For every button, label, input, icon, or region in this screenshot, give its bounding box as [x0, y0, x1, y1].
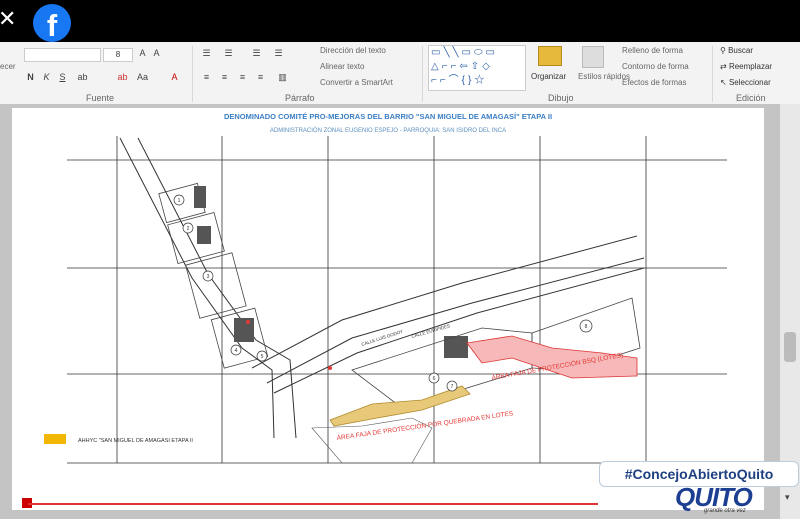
- shape-outline-button[interactable]: Contorno de forma: [622, 62, 689, 71]
- underline-icon[interactable]: S: [56, 72, 69, 83]
- numbering-icon[interactable]: ☰: [222, 48, 235, 59]
- group-label-edicion: Edición: [736, 93, 766, 103]
- align-center-icon[interactable]: ≡: [218, 72, 231, 83]
- marker-dot: [328, 366, 332, 370]
- video-progress-bar[interactable]: [28, 503, 598, 505]
- lot-number: 4: [235, 348, 238, 354]
- columns-icon[interactable]: ▥: [276, 72, 289, 83]
- line-spacing-icon[interactable]: ☰: [272, 48, 285, 59]
- ribbon-divider: [422, 46, 423, 102]
- grow-font-icon[interactable]: A: [136, 48, 149, 59]
- group-label-dibujo: Dibujo: [548, 93, 574, 103]
- italic-icon[interactable]: K: [40, 72, 53, 83]
- lot-number: 2: [187, 226, 190, 232]
- align-text-button[interactable]: Alinear texto: [320, 62, 364, 71]
- close-icon[interactable]: ✕: [0, 8, 16, 30]
- arrange-icon[interactable]: [538, 46, 562, 66]
- marker-dot: [246, 320, 250, 324]
- shape-effects-button[interactable]: Efectos de formas: [622, 78, 686, 87]
- quito-logo-tagline: grande otra vez: [704, 508, 746, 514]
- bold-icon[interactable]: N: [24, 72, 37, 83]
- cursor-icon: ↖: [720, 78, 729, 87]
- align-left-icon[interactable]: ≡: [200, 72, 213, 83]
- lot-number: 1: [178, 198, 181, 204]
- change-case-icon[interactable]: Aa: [136, 72, 149, 83]
- scroll-thumb[interactable]: [784, 332, 796, 362]
- group-label-fuente: Fuente: [86, 93, 115, 103]
- replace-button[interactable]: ⇄ Reemplazar: [720, 62, 772, 71]
- select-label: Seleccionar: [728, 78, 771, 87]
- ribbon-divider: [192, 46, 193, 102]
- paste-label[interactable]: ecer: [0, 62, 16, 71]
- lot-number: 5: [261, 354, 264, 360]
- scroll-down-icon[interactable]: ▾: [785, 492, 790, 503]
- word-ribbon: ecer 8 A A N K S ab ab Aa A Fuente ☰ ☰ ☰…: [0, 42, 800, 105]
- font-size-box[interactable]: 8: [103, 48, 133, 62]
- document-area: DENOMINADO COMITÉ PRO-MEJORAS DEL BARRIO…: [0, 104, 800, 519]
- facebook-icon[interactable]: f: [33, 4, 71, 42]
- binoculars-icon: ⚲: [720, 46, 729, 55]
- legend-swatch: [44, 434, 66, 444]
- site-plan-drawing: ÁREA FAJA DE PROTECCIÓN BSQ (LOTES) ÁREA…: [44, 136, 727, 464]
- lot-number: 6: [433, 376, 436, 382]
- lot-number: 3: [207, 274, 210, 280]
- replace-label: Reemplazar: [728, 62, 773, 71]
- arrange-button[interactable]: Organizar: [531, 72, 566, 81]
- justify-icon[interactable]: ≡: [254, 72, 267, 83]
- shapes-gallery[interactable]: ▭╲╲▭⬭▭ △⌐⌐⇦⇧◇ ⌐⌐⌒{}☆: [428, 45, 526, 91]
- quick-styles-icon[interactable]: [582, 46, 604, 68]
- text-direction-button[interactable]: Dirección del texto: [320, 46, 386, 55]
- highlight-icon[interactable]: ab: [116, 72, 129, 83]
- shape-fill-button[interactable]: Relleno de forma: [622, 46, 683, 55]
- strikethrough-icon[interactable]: ab: [76, 72, 89, 83]
- font-color-icon[interactable]: A: [168, 72, 181, 83]
- document-page: DENOMINADO COMITÉ PRO-MEJORAS DEL BARRIO…: [12, 108, 764, 510]
- find-label: Buscar: [728, 46, 753, 55]
- convert-smartart-button[interactable]: Convertir a SmartArt: [320, 78, 393, 87]
- align-right-icon[interactable]: ≡: [236, 72, 249, 83]
- legend-label: AHHYC "SAN MIGUEL DE AMAGASI ETAPA II: [78, 438, 193, 444]
- ribbon-divider: [712, 46, 713, 102]
- vertical-scrollbar[interactable]: ▾: [780, 104, 800, 519]
- lot-number: 7: [451, 384, 454, 390]
- lot-number: 8: [585, 324, 588, 330]
- shrink-font-icon[interactable]: A: [150, 48, 163, 59]
- video-top-bar: ✕ f: [0, 0, 800, 42]
- bullets-icon[interactable]: ☰: [200, 48, 213, 59]
- buildings: [194, 186, 500, 360]
- select-button[interactable]: ↖ Seleccionar: [720, 78, 771, 87]
- find-button[interactable]: ⚲ Buscar: [720, 46, 753, 55]
- replace-icon: ⇄: [720, 62, 729, 71]
- group-label-parrafo: Párrafo: [285, 93, 315, 103]
- indent-icon[interactable]: ☰: [250, 48, 263, 59]
- font-name-box[interactable]: [24, 48, 101, 62]
